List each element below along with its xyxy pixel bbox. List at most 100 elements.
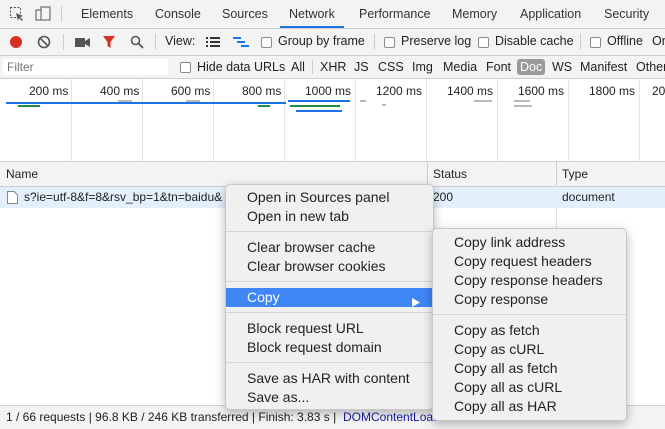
filter-type-font[interactable]: Font — [486, 59, 511, 75]
request-name: s?ie=utf-8&f=8&rsv_bp=1&tn=baidu& — [24, 190, 223, 204]
filter-type-manifest[interactable]: Manifest — [580, 59, 627, 75]
column-header-name[interactable]: Name — [6, 162, 38, 186]
overview-tick-label: 400 ms — [100, 84, 140, 98]
offline-label: Offline — [607, 34, 643, 48]
menu-item-label: Block request domain — [247, 339, 382, 355]
waterfall-overview-icon[interactable] — [233, 36, 249, 48]
menu-item-save-har-content[interactable]: Save as HAR with content — [226, 369, 433, 388]
overview-activity-mark — [288, 100, 350, 102]
tab-performance[interactable]: Performance — [359, 0, 431, 28]
overview-tick-label: 20 — [652, 84, 665, 98]
search-icon[interactable] — [130, 35, 144, 49]
menu-item-block-url[interactable]: Block request URL — [226, 319, 433, 338]
menu-item-label: Open in new tab — [247, 208, 349, 224]
tab-sources[interactable]: Sources — [222, 0, 268, 28]
menu-item-label: Copy all as HAR — [454, 398, 557, 414]
menu-item-copy-request-headers[interactable]: Copy request headers — [433, 252, 626, 271]
large-request-rows-icon[interactable] — [206, 36, 220, 48]
menu-item-clear-cookies[interactable]: Clear browser cookies — [226, 257, 433, 276]
tab-elements[interactable]: Elements — [81, 0, 133, 28]
filter-type-xhr[interactable]: XHR — [320, 59, 346, 75]
group-by-frame-label: Group by frame — [278, 34, 365, 48]
filter-type-media[interactable]: Media — [443, 59, 477, 75]
tab-security[interactable]: Security — [604, 0, 649, 28]
offline-checkbox[interactable] — [590, 37, 601, 48]
overview-activity-mark — [382, 104, 386, 106]
hide-data-urls-label: Hide data URLs — [197, 60, 286, 74]
group-by-frame-checkbox[interactable] — [261, 37, 272, 48]
capture-screenshots-icon[interactable] — [75, 36, 91, 48]
menu-item-block-domain[interactable]: Block request domain — [226, 338, 433, 357]
filter-type-css[interactable]: CSS — [378, 59, 404, 75]
overview-tick-label: 600 ms — [171, 84, 211, 98]
filter-type-doc[interactable]: Doc — [517, 59, 546, 75]
preserve-log-label: Preserve log — [401, 34, 472, 48]
filter-type-other[interactable]: Other — [636, 59, 665, 75]
tab-network[interactable]: Network — [280, 0, 344, 28]
menu-item-copy-link-address[interactable]: Copy link address — [433, 233, 626, 252]
menu-item-save-as[interactable]: Save as... — [226, 388, 433, 407]
overview-activity-mark — [474, 100, 492, 102]
disable-cache-checkbox[interactable] — [478, 37, 489, 48]
record-button[interactable] — [9, 35, 23, 49]
menu-item-copy-response[interactable]: Copy response — [433, 290, 626, 309]
menu-item-label: Copy all as cURL — [454, 379, 563, 395]
overview-load-bar — [18, 105, 40, 107]
clear-icon[interactable] — [37, 35, 51, 49]
menu-item-label: Clear browser cache — [247, 239, 376, 255]
menu-item-open-in-new-tab[interactable]: Open in new tab — [226, 207, 433, 226]
menu-item-label: Copy response headers — [454, 272, 603, 288]
filter-input[interactable] — [3, 59, 168, 75]
filter-type-img[interactable]: Img — [412, 59, 433, 75]
document-icon — [7, 191, 18, 204]
tab-console[interactable]: Console — [155, 0, 201, 28]
tab-application[interactable]: Application — [520, 0, 581, 28]
device-toolbar-icon[interactable] — [35, 6, 51, 22]
disable-cache-label: Disable cache — [495, 34, 574, 48]
network-overview[interactable]: 200 ms 400 ms 600 ms 800 ms 1000 ms 1200… — [0, 79, 665, 162]
request-type: document — [562, 190, 615, 204]
overview-tick-label: 1000 ms — [305, 84, 352, 98]
menu-item-copy[interactable]: Copy — [226, 288, 433, 307]
menu-item-label: Clear browser cookies — [247, 258, 386, 274]
hide-data-urls-checkbox[interactable] — [180, 62, 191, 73]
filter-bar: Hide data URLs All XHR JS CSS Img Media … — [0, 56, 665, 79]
menu-item-copy-as-fetch[interactable]: Copy as fetch — [433, 321, 626, 340]
overview-activity-mark — [186, 100, 200, 102]
filter-type-all[interactable]: All — [291, 59, 305, 75]
menu-item-label: Copy response — [454, 291, 549, 307]
overview-tick-label: 800 ms — [242, 84, 282, 98]
filter-type-js[interactable]: JS — [354, 59, 369, 75]
tab-memory[interactable]: Memory — [452, 0, 497, 28]
filter-icon[interactable] — [102, 35, 116, 49]
column-header-status[interactable]: Status — [433, 162, 467, 186]
copy-submenu: Copy link address Copy request headers C… — [432, 228, 627, 421]
submenu-arrow-icon — [412, 293, 420, 307]
throttling-select[interactable]: On — [652, 34, 665, 48]
inspect-element-icon[interactable] — [9, 6, 25, 22]
overview-activity-mark — [118, 100, 132, 102]
overview-activity-mark — [296, 110, 342, 112]
overview-activity-mark — [258, 105, 270, 107]
context-menu: Open in Sources panel Open in new tab Cl… — [225, 184, 434, 410]
menu-item-copy-all-as-fetch[interactable]: Copy all as fetch — [433, 359, 626, 378]
overview-tick-label: 1200 ms — [376, 84, 423, 98]
filter-type-ws[interactable]: WS — [552, 59, 572, 75]
menu-item-label: Block request URL — [247, 320, 364, 336]
overview-activity-mark — [360, 100, 366, 102]
menu-item-label: Copy as cURL — [454, 341, 545, 357]
devtools-tab-bar: Elements Console Sources Network Perform… — [0, 0, 665, 29]
menu-item-label: Copy as fetch — [454, 322, 540, 338]
overview-tick-label: 200 ms — [29, 84, 69, 98]
overview-activity-mark — [514, 105, 532, 107]
column-header-type[interactable]: Type — [562, 162, 588, 186]
preserve-log-checkbox[interactable] — [384, 37, 395, 48]
menu-item-clear-cache[interactable]: Clear browser cache — [226, 238, 433, 257]
menu-item-copy-response-headers[interactable]: Copy response headers — [433, 271, 626, 290]
request-status: 200 — [433, 190, 454, 204]
menu-item-copy-all-as-har[interactable]: Copy all as HAR — [433, 397, 626, 416]
menu-item-open-in-sources[interactable]: Open in Sources panel — [226, 188, 433, 207]
overview-tick-label: 1800 ms — [589, 84, 636, 98]
menu-item-copy-all-as-curl[interactable]: Copy all as cURL — [433, 378, 626, 397]
menu-item-copy-as-curl[interactable]: Copy as cURL — [433, 340, 626, 359]
